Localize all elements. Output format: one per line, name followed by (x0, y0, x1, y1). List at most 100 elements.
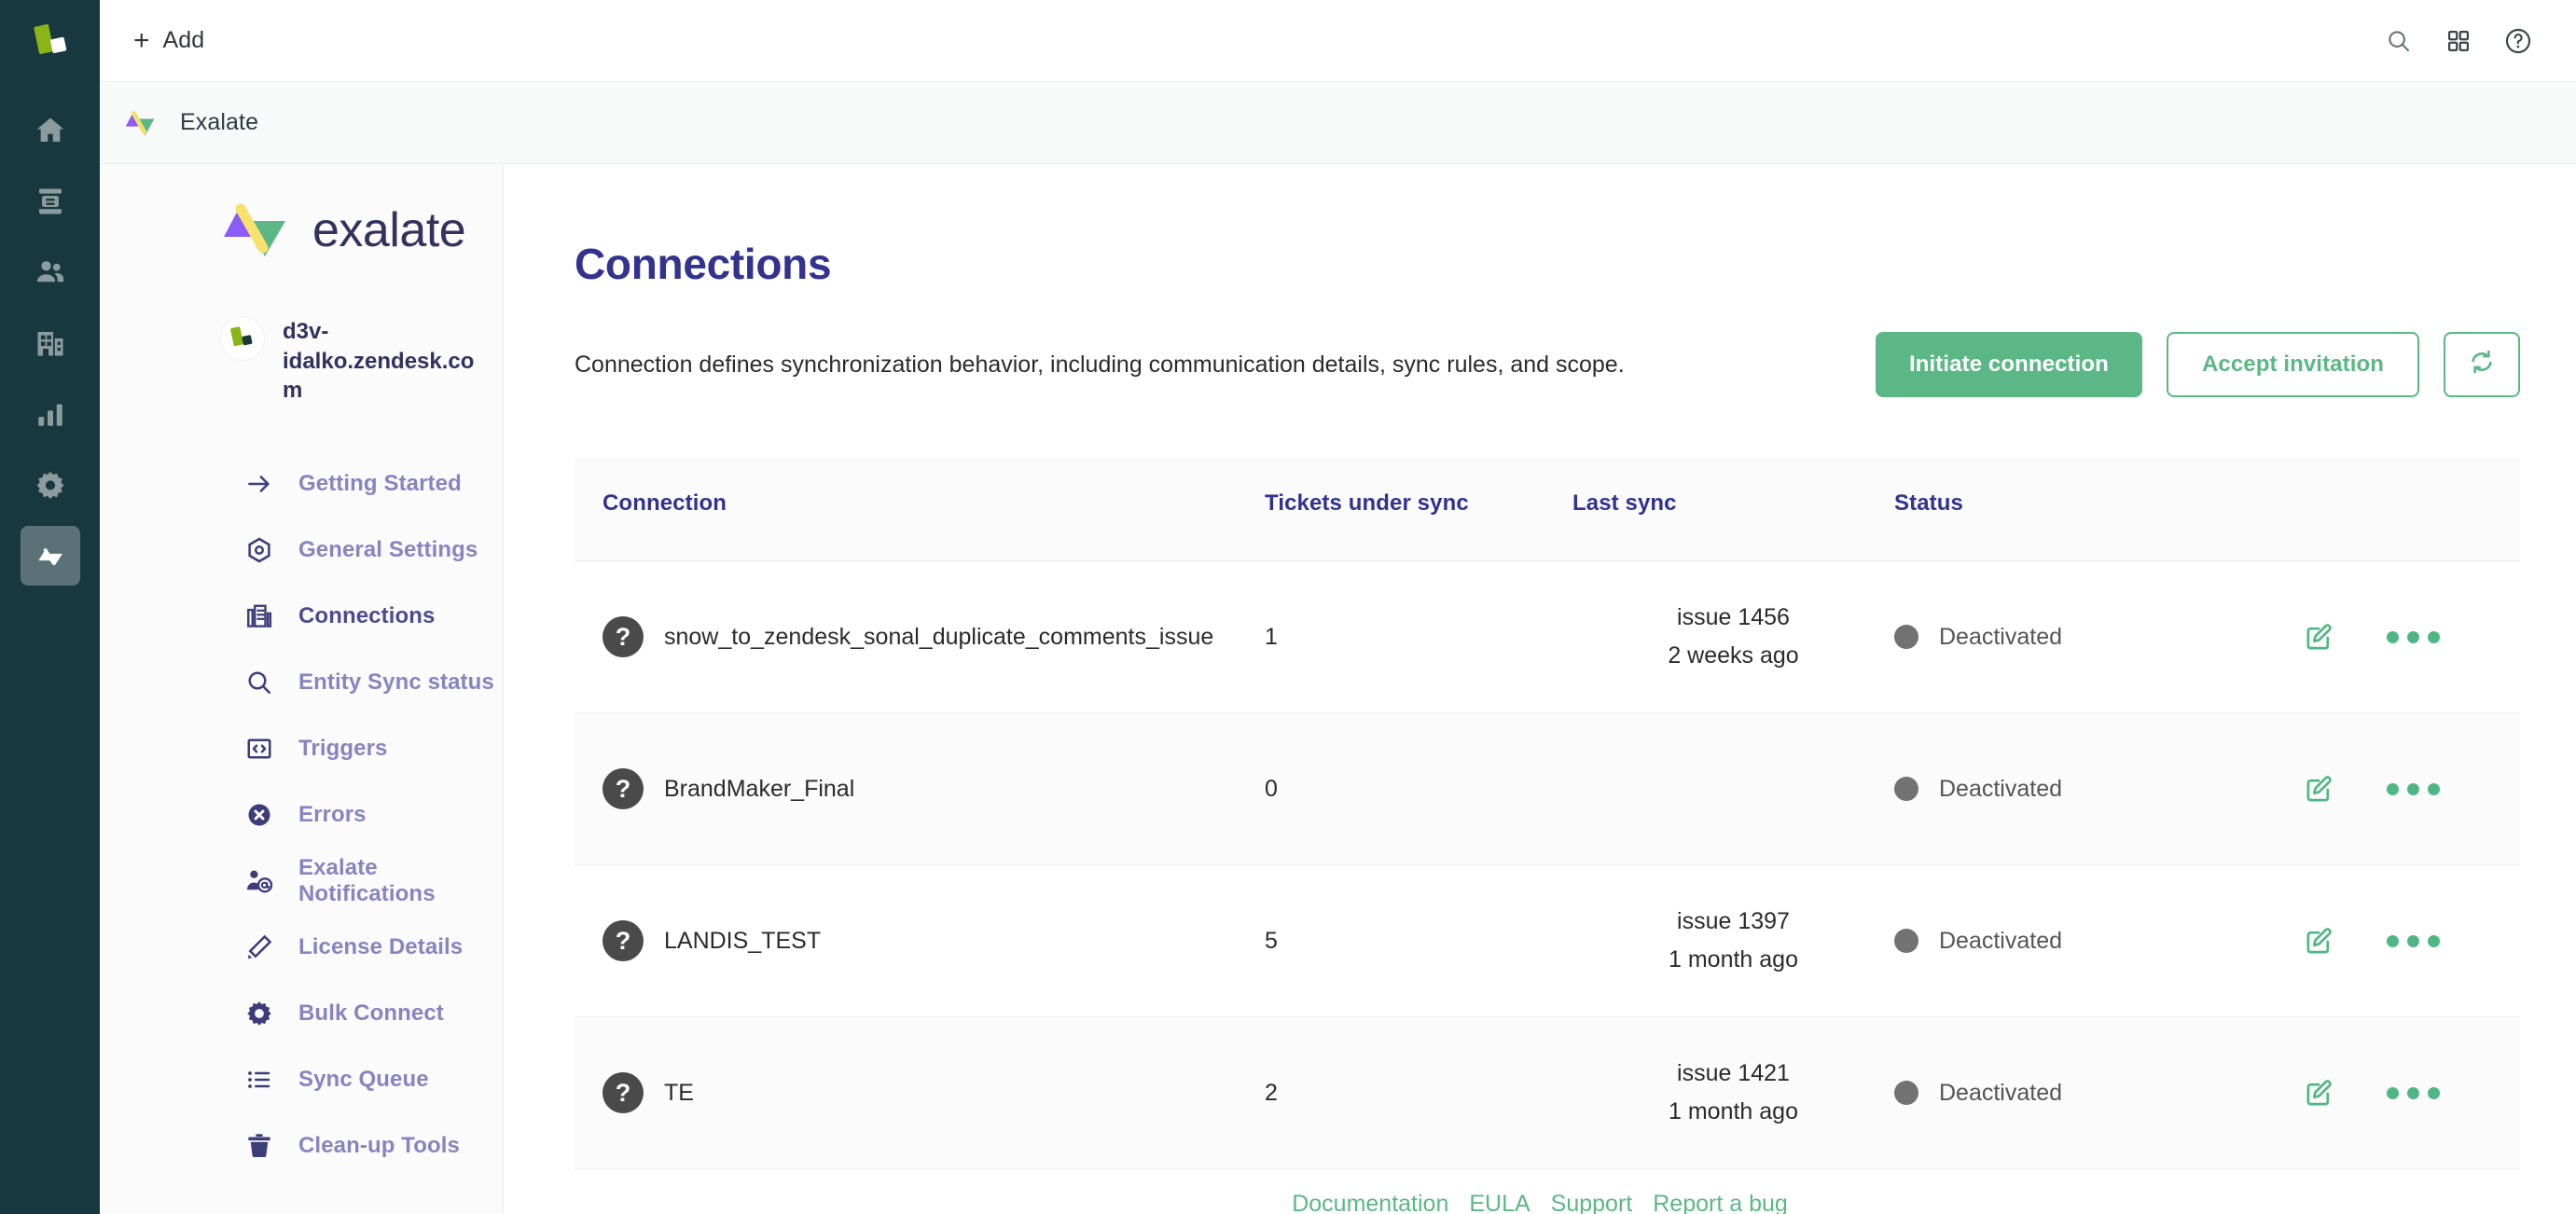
exalate-menu: Getting Started General Settings (100, 450, 503, 1179)
cell-tickets: 1 (1265, 561, 1572, 712)
sidebar-item-errors[interactable]: Errors (100, 781, 503, 848)
last-sync-issue: issue 1456 (1677, 604, 1790, 631)
zendesk-avatar (221, 317, 264, 360)
page-description: Connection defines synchronization behav… (575, 352, 1625, 379)
zendesk-logo[interactable] (0, 0, 100, 82)
sidebar-item-license-details[interactable]: License Details (100, 914, 503, 980)
cell-tickets: 5 (1265, 865, 1572, 1016)
plus-icon: + (133, 28, 150, 54)
edit-icon[interactable] (2305, 1078, 2334, 1108)
exalate-brand-text: exalate (312, 202, 465, 258)
search-icon[interactable] (2369, 11, 2429, 71)
more-options-icon[interactable] (2387, 783, 2440, 795)
table-row[interactable]: ? LANDIS_TEST 5 issue 1397 1 month ago D… (575, 865, 2520, 1017)
more-options-icon[interactable] (2387, 1087, 2440, 1099)
footer-links: Documentation EULA Support Report a bug (504, 1191, 2576, 1214)
initiate-connection-button[interactable]: Initiate connection (1876, 332, 2142, 397)
last-sync-when: 1 month ago (1669, 946, 1798, 973)
pencil-icon (244, 932, 274, 962)
building-icon (244, 601, 274, 631)
table-row[interactable]: ? BrandMaker_Final 0 Deactivated (575, 713, 2520, 865)
user-mail-icon (244, 866, 274, 896)
rail-item-customers[interactable] (21, 242, 80, 302)
list-icon (244, 1065, 274, 1095)
table-row[interactable]: ? TE 2 issue 1421 1 month ago Deactivate… (575, 1017, 2520, 1169)
cell-actions (2305, 865, 2544, 1016)
more-options-icon[interactable] (2387, 631, 2440, 643)
exalate-brand[interactable]: exalate (100, 198, 503, 263)
rail-item-home[interactable] (21, 101, 80, 160)
footer-link-support[interactable]: Support (1551, 1191, 1633, 1214)
cell-actions (2305, 561, 2544, 712)
status-badge: Deactivated (1939, 928, 2062, 955)
top-bar-actions (2369, 11, 2576, 71)
refresh-icon (2468, 348, 2496, 382)
sidebar-item-clean-up-tools[interactable]: Clean-up Tools (100, 1112, 503, 1179)
edit-icon[interactable] (2305, 926, 2334, 956)
exalate-frame: exalate d3v-idalko.zendesk.com Getting S… (100, 164, 2576, 1214)
cell-connection: ? BrandMaker_Final (575, 713, 1265, 864)
cell-connection: ? snow_to_zendesk_sonal_duplicate_commen… (575, 561, 1265, 712)
more-options-icon[interactable] (2387, 935, 2440, 947)
accept-invitation-button[interactable]: Accept invitation (2167, 332, 2419, 397)
help-icon[interactable] (2488, 11, 2548, 71)
column-header-last-sync: Last sync (1572, 457, 1894, 517)
sidebar-item-connections[interactable]: Connections (100, 583, 503, 649)
cell-last-sync: issue 1397 1 month ago (1572, 865, 1894, 1016)
status-dot (1894, 625, 1918, 649)
rail-item-views[interactable] (21, 172, 80, 231)
status-dot (1894, 1081, 1918, 1105)
subheader-row: Connection defines synchronization behav… (575, 332, 2520, 397)
sidebar-item-getting-started[interactable]: Getting Started (100, 450, 503, 517)
gear-hex-icon (244, 535, 274, 565)
column-header-connection: Connection (575, 457, 1265, 517)
edit-icon[interactable] (2305, 774, 2334, 804)
refresh-button[interactable] (2444, 332, 2520, 397)
exalate-logo-small (115, 107, 167, 139)
footer-link-eula[interactable]: EULA (1469, 1191, 1530, 1214)
edit-icon[interactable] (2305, 622, 2334, 652)
rail-item-exalate[interactable] (21, 526, 80, 586)
sidebar-item-label: Bulk Connect (298, 1000, 444, 1027)
connections-table: Connection Tickets under sync Last sync … (575, 457, 2520, 1169)
footer-link-report-a-bug[interactable]: Report a bug (1653, 1191, 1788, 1214)
connection-name: TE (664, 1080, 694, 1107)
question-mark-icon[interactable]: ? (602, 920, 644, 961)
cell-last-sync: issue 1421 1 month ago (1572, 1017, 1894, 1168)
last-sync-issue: issue 1421 (1677, 1060, 1790, 1087)
cell-connection: ? TE (575, 1017, 1265, 1168)
sidebar-item-label: Getting Started (298, 471, 462, 497)
column-header-tickets: Tickets under sync (1265, 457, 1572, 517)
exalate-sidebar: exalate d3v-idalko.zendesk.com Getting S… (100, 164, 504, 1214)
rail-item-organizations[interactable] (21, 313, 80, 373)
sidebar-item-bulk-connect[interactable]: Bulk Connect (100, 980, 503, 1046)
question-mark-icon[interactable]: ? (602, 616, 644, 657)
sidebar-item-sync-queue[interactable]: Sync Queue (100, 1046, 503, 1112)
question-mark-icon[interactable]: ? (602, 1072, 644, 1113)
sidebar-item-triggers[interactable]: Triggers (100, 715, 503, 781)
question-mark-icon[interactable]: ? (602, 768, 644, 809)
rail-items (0, 95, 100, 591)
table-row[interactable]: ? snow_to_zendesk_sonal_duplicate_commen… (575, 561, 2520, 713)
sidebar-item-label: Sync Queue (298, 1067, 429, 1093)
gear-icon (244, 999, 274, 1028)
sidebar-item-label: Clean-up Tools (298, 1133, 460, 1159)
rail-item-reporting[interactable] (21, 384, 80, 444)
sidebar-item-entity-sync-status[interactable]: Entity Sync status (100, 649, 503, 715)
add-button[interactable]: + Add (122, 20, 215, 62)
status-badge: Deactivated (1939, 776, 2062, 803)
rail-item-admin[interactable] (21, 455, 80, 515)
sidebar-item-label: Errors (298, 802, 367, 828)
apps-grid-icon[interactable] (2429, 11, 2488, 71)
add-button-label: Add (163, 27, 205, 54)
last-sync-when: 1 month ago (1669, 1098, 1798, 1125)
account-name: d3v-idalko.zendesk.com (283, 317, 480, 406)
cell-actions (2305, 713, 2544, 864)
status-badge: Deactivated (1939, 624, 2062, 651)
code-brackets-icon (244, 734, 274, 764)
sidebar-item-general-settings[interactable]: General Settings (100, 517, 503, 583)
sidebar-item-exalate-notifications[interactable]: Exalate Notifications (100, 848, 503, 914)
footer-link-documentation[interactable]: Documentation (1292, 1191, 1448, 1214)
account-block[interactable]: d3v-idalko.zendesk.com (100, 317, 503, 406)
cell-status: Deactivated (1894, 865, 2305, 1016)
